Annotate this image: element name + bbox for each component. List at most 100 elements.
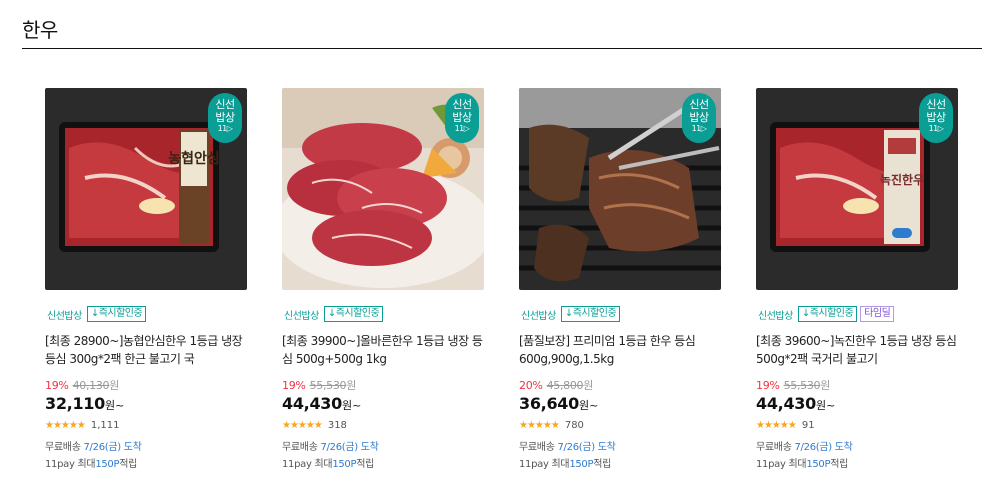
- badge-line2: 밥상: [926, 111, 946, 124]
- sale-price-unit: 원~: [104, 399, 125, 412]
- delivery-label: 무료배송: [756, 442, 792, 453]
- price-row: 32,110원~: [45, 394, 249, 414]
- sale-price-unit: 원~: [815, 399, 836, 412]
- price-row: 44,430원~: [756, 394, 960, 414]
- delivery-label: 무료배송: [45, 442, 81, 453]
- rating-stars: ★★★★★: [756, 419, 797, 431]
- badge-line1: 신선: [452, 98, 472, 111]
- badge-mark: 11▷: [454, 124, 470, 133]
- badge-line1: 신선: [689, 98, 709, 111]
- original-price-unit: 원: [346, 379, 357, 392]
- product-name[interactable]: [품질보장] 프리미엄 1등급 한우 등심 600g,900g,1.5kg: [519, 332, 723, 368]
- delivery-label: 무료배송: [519, 442, 555, 453]
- sale-price: 44,430: [282, 394, 342, 413]
- discount-row: 19% 40,130원: [45, 379, 249, 393]
- rating-row: ★★★★★ 1,111: [45, 418, 249, 432]
- sale-price: 32,110: [45, 394, 105, 413]
- fresh-table-badge: 신선 밥상 11▷: [208, 93, 242, 143]
- review-count: 780: [564, 419, 584, 431]
- rating-row: ★★★★★ 91: [756, 418, 960, 432]
- product-card[interactable]: 농협안심 신선 밥상 11▷ 신선밥상 ↓즉시할인중 [최종 28900~]농협…: [45, 88, 249, 472]
- badge-line2: 밥상: [689, 111, 709, 124]
- fresh-table-badge: 신선 밥상 11▷: [445, 93, 479, 143]
- original-price-unit: 원: [820, 379, 831, 392]
- badge-mark: 11▷: [217, 124, 233, 133]
- product-card[interactable]: 신선 밥상 11▷ 신선밥상 ↓즉시할인중 [최종 39900~]올바른한우 1…: [282, 88, 486, 472]
- product-card[interactable]: 녹진한우 신선 밥상 11▷ 신선밥상 ↓즉시할인중 타임딜 [최종 39600…: [756, 88, 960, 472]
- product-tags: 신선밥상 ↓즉시할인중 타임딜: [756, 305, 960, 323]
- rating-stars: ★★★★★: [519, 419, 560, 431]
- package-label: 농협안심: [168, 150, 220, 167]
- review-count: 318: [327, 419, 347, 431]
- delivery-info: 무료배송 7/26(금) 도착: [45, 441, 249, 455]
- point-info: 11pay 최대150P적립: [282, 458, 486, 472]
- point-prefix: 11pay 최대: [282, 459, 333, 470]
- sale-price: 36,640: [519, 394, 579, 413]
- fresh-table-badge: 신선 밥상 11▷: [919, 93, 953, 143]
- price-row: 36,640원~: [519, 394, 723, 414]
- tag-instant-discount: ↓즉시할인중: [797, 306, 858, 322]
- delivery-info: 무료배송 7/26(금) 도착: [519, 441, 723, 455]
- discount-rate: 19%: [756, 379, 780, 392]
- tag-instant-discount: ↓즉시할인중: [323, 306, 384, 322]
- product-tags: 신선밥상 ↓즉시할인중: [519, 305, 723, 323]
- product-name[interactable]: [최종 28900~]농협안심한우 1등급 냉장 등심 300g*2팩 한근 불…: [45, 332, 249, 368]
- tag-fresh-table: 신선밥상: [758, 310, 793, 322]
- delivery-info: 무료배송 7/26(금) 도착: [756, 441, 960, 455]
- point-prefix: 11pay 최대: [45, 459, 96, 470]
- rating-stars: ★★★★★: [282, 419, 323, 431]
- tag-fresh-table: 신선밥상: [284, 310, 319, 322]
- tag-instant-discount: ↓즉시할인중: [86, 306, 147, 322]
- delivery-date: 7/26(금) 도착: [794, 442, 853, 453]
- rating-stars: ★★★★★: [45, 419, 86, 431]
- delivery-date: 7/26(금) 도착: [83, 442, 142, 453]
- point-info: 11pay 최대150P적립: [756, 458, 960, 472]
- original-price-unit: 원: [583, 379, 594, 392]
- point-suffix: 적립: [356, 459, 375, 470]
- product-image[interactable]: 신선 밥상 11▷: [282, 88, 484, 290]
- package-label: 녹진한우: [880, 172, 924, 187]
- badge-mark: 11▷: [691, 124, 707, 133]
- discount-row: 20% 45,800원: [519, 379, 723, 393]
- review-count: 1,111: [90, 419, 120, 431]
- product-image[interactable]: 녹진한우 신선 밥상 11▷: [756, 88, 958, 290]
- product-tags: 신선밥상 ↓즉시할인중: [282, 305, 486, 323]
- delivery-info: 무료배송 7/26(금) 도착: [282, 441, 486, 455]
- badge-line1: 신선: [215, 98, 235, 111]
- point-suffix: 적립: [593, 459, 612, 470]
- discount-rate: 19%: [45, 379, 69, 392]
- product-image[interactable]: 농협안심 신선 밥상 11▷: [45, 88, 247, 290]
- badge-line2: 밥상: [215, 111, 235, 124]
- price-row: 44,430원~: [282, 394, 486, 414]
- product-name[interactable]: [최종 39900~]올바른한우 1등급 냉장 등심 500g+500g 1kg: [282, 332, 486, 368]
- tag-fresh-table: 신선밥상: [521, 310, 556, 322]
- tag-time-deal: 타임딜: [860, 306, 895, 322]
- point-suffix: 적립: [119, 459, 138, 470]
- point-value: 150P: [332, 459, 357, 470]
- title-divider: [22, 48, 982, 49]
- product-image[interactable]: 신선 밥상 11▷: [519, 88, 721, 290]
- product-tags: 신선밥상 ↓즉시할인중: [45, 305, 249, 323]
- point-value: 150P: [569, 459, 594, 470]
- point-info: 11pay 최대150P적립: [519, 458, 723, 472]
- badge-line2: 밥상: [452, 111, 472, 124]
- point-prefix: 11pay 최대: [756, 459, 807, 470]
- discount-row: 19% 55,530원: [756, 379, 960, 393]
- original-price: 55,530: [309, 379, 347, 392]
- review-count: 91: [801, 419, 815, 431]
- discount-row: 19% 55,530원: [282, 379, 486, 393]
- point-value: 150P: [95, 459, 120, 470]
- delivery-date: 7/26(금) 도착: [557, 442, 616, 453]
- point-info: 11pay 최대150P적립: [45, 458, 249, 472]
- product-name[interactable]: [최종 39600~]녹진한우 1등급 냉장 등심 500g*2팩 국거리 불고…: [756, 332, 960, 368]
- rating-row: ★★★★★ 780: [519, 418, 723, 432]
- product-card[interactable]: 신선 밥상 11▷ 신선밥상 ↓즉시할인중 [품질보장] 프리미엄 1등급 한우…: [519, 88, 723, 472]
- badge-mark: 11▷: [928, 124, 944, 133]
- delivery-date: 7/26(금) 도착: [320, 442, 379, 453]
- sale-price: 44,430: [756, 394, 816, 413]
- sale-price-unit: 원~: [578, 399, 599, 412]
- original-price-unit: 원: [109, 379, 120, 392]
- badge-line1: 신선: [926, 98, 946, 111]
- original-price: 45,800: [546, 379, 584, 392]
- discount-rate: 19%: [282, 379, 306, 392]
